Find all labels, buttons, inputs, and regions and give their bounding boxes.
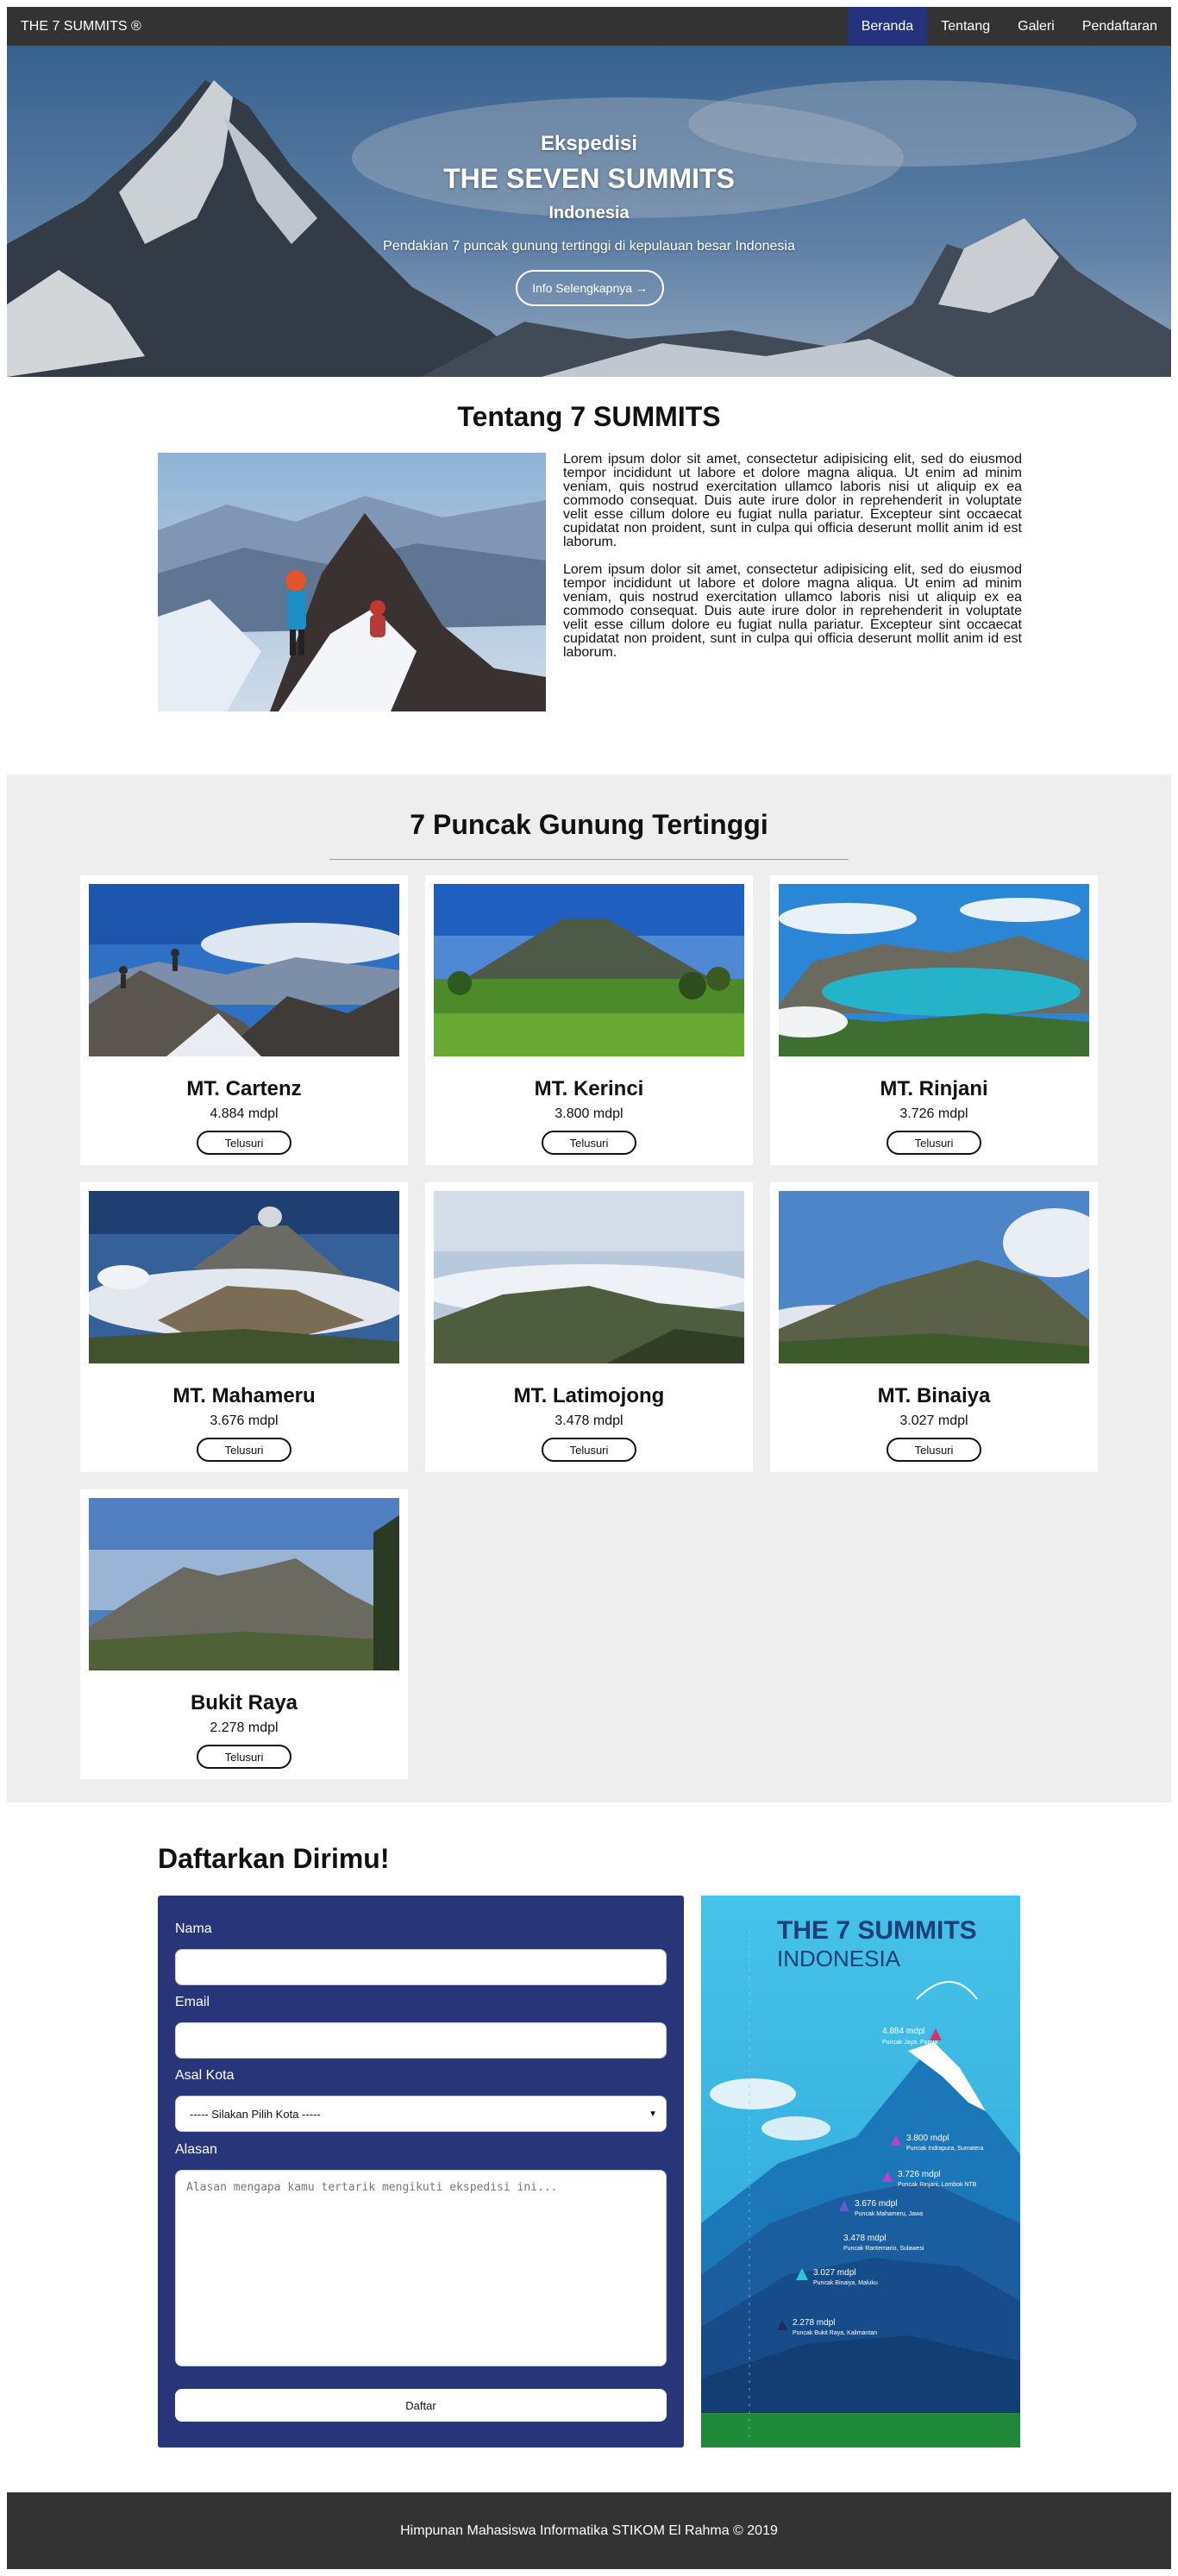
about-title: Tentang 7 SUMMITS <box>457 401 721 432</box>
poster-peak-height: 3.478 mdpl <box>843 2234 886 2243</box>
explore-button[interactable]: Telusuri <box>197 1438 291 1462</box>
brand-logo[interactable]: THE 7 SUMMITS ® <box>7 19 141 34</box>
hero-kicker: Ekspedisi <box>540 132 638 155</box>
nav-link-galeri[interactable]: Galeri <box>1004 7 1068 46</box>
about-text: Lorem ipsum dolor sit amet, consectetur … <box>563 453 1022 674</box>
poster-peak-height: 2.278 mdpl <box>793 2318 835 2328</box>
hero-banner: Ekspedisi THE SEVEN SUMMITS Indonesia Pe… <box>7 46 1171 377</box>
summit-height: 3.800 mdpl <box>555 1106 623 1121</box>
explore-button[interactable]: Telusuri <box>542 1131 636 1155</box>
register-title: Daftarkan Dirimu! <box>158 1843 390 1874</box>
about-paragraph-1: Lorem ipsum dolor sit amet, consectetur … <box>563 452 1022 549</box>
navbar: THE 7 SUMMITS ® Beranda Tentang Galeri P… <box>7 7 1171 46</box>
hero-title: THE SEVEN SUMMITS <box>443 163 735 194</box>
summit-image-binaiya <box>779 1191 1089 1363</box>
summit-card-binaiya: MT. Binaiya 3.027 mdpl Telusuri <box>770 1182 1098 1472</box>
summit-height: 3.676 mdpl <box>210 1413 279 1428</box>
footer: Himpunan Mahasiswa Informatika STIKOM El… <box>7 2492 1171 2569</box>
summit-image-mahameru <box>89 1191 399 1363</box>
nav-link-beranda[interactable]: Beranda <box>847 7 928 46</box>
poster-peak-height: 4.884 mdpl <box>882 2027 924 2036</box>
explore-button[interactable]: Telusuri <box>887 1131 981 1155</box>
explore-button[interactable]: Telusuri <box>197 1745 291 1769</box>
poster-peak-height: 3.027 mdpl <box>813 2268 855 2278</box>
poster-subtitle: INDONESIA <box>777 1946 901 1971</box>
summit-image-latimojong <box>434 1191 744 1363</box>
register-form: Nama Email Asal Kota ----- Silakan Pilih… <box>158 1896 684 2448</box>
summit-image-kerinci <box>434 884 744 1056</box>
summits-divider <box>329 859 849 860</box>
explore-button[interactable]: Telusuri <box>887 1438 981 1462</box>
poster-title: THE 7 SUMMITS <box>777 1916 977 1945</box>
summit-height: 4.884 mdpl <box>210 1106 279 1121</box>
summit-name: MT. Binaiya <box>877 1384 991 1407</box>
summit-name: MT. Mahameru <box>172 1384 316 1407</box>
footer-text: Himpunan Mahasiswa Informatika STIKOM El… <box>400 2523 778 2538</box>
summit-height: 3.027 mdpl <box>899 1413 968 1428</box>
poster-peak-name: Puncak Bukit Raya, Kalimantan <box>793 2330 877 2336</box>
summit-card-bukit-raya: Bukit Raya 2.278 mdpl Telusuri <box>80 1489 408 1779</box>
poster-peak-name: Puncak Rinjani, Lombok NTB <box>898 2182 977 2188</box>
explore-button[interactable]: Telusuri <box>542 1438 636 1462</box>
summit-card-kerinci: MT. Kerinci 3.800 mdpl Telusuri <box>425 875 753 1165</box>
summit-name: Bukit Raya <box>190 1691 298 1714</box>
nav-link-tentang[interactable]: Tentang <box>927 7 1004 46</box>
city-label: Asal Kota <box>175 2068 235 2083</box>
poster-peak-name: Puncak Rantemario, Sulawesi <box>843 2246 924 2252</box>
name-input[interactable] <box>175 1949 667 1985</box>
info-button[interactable]: Info Selengkapnya → <box>516 270 664 306</box>
summit-height: 2.278 mdpl <box>210 1720 279 1735</box>
summit-name: MT. Latimojong <box>513 1384 665 1407</box>
dropdown-arrow-icon: ▼ <box>649 2109 657 2119</box>
email-input[interactable] <box>175 2022 667 2059</box>
summit-image-rinjani <box>779 884 1089 1056</box>
poster-peak-height: 3.726 mdpl <box>898 2170 940 2179</box>
summit-image-bukit-raya <box>89 1498 399 1670</box>
summit-card-mahameru: MT. Mahameru 3.676 mdpl Telusuri <box>80 1182 408 1472</box>
nav-link-pendaftaran[interactable]: Pendaftaran <box>1068 7 1171 46</box>
city-select[interactable]: ----- Silakan Pilih Kota ----- ▼ <box>175 2096 667 2132</box>
name-label: Nama <box>175 1921 212 1936</box>
reason-label: Alasan <box>175 2142 217 2157</box>
summit-name: MT. Kerinci <box>534 1077 644 1100</box>
submit-button[interactable]: Daftar <box>175 2389 667 2422</box>
poster-peak-name: Puncak Binaiya, Maluku <box>813 2280 878 2286</box>
hero-description: Pendakian 7 puncak gunung tertinggi di k… <box>383 239 795 254</box>
about-paragraph-2: Lorem ipsum dolor sit amet, consectetur … <box>563 562 1022 660</box>
poster-peak-name: Puncak Jaya, Papua <box>882 2040 937 2046</box>
summit-card-rinjani: MT. Rinjani 3.726 mdpl Telusuri <box>770 875 1098 1165</box>
nav-menu: Beranda Tentang Galeri Pendaftaran <box>847 7 1171 46</box>
summit-name: MT. Rinjani <box>880 1077 988 1100</box>
poster-peak-height: 3.676 mdpl <box>855 2199 897 2209</box>
summits-title: 7 Puncak Gunung Tertinggi <box>410 809 768 840</box>
summit-name: MT. Cartenz <box>186 1077 302 1100</box>
poster-peak-name: Puncak Indrapura, Sumatera <box>906 2146 984 2152</box>
hero-subtitle: Indonesia <box>548 204 630 223</box>
email-label: Email <box>175 1995 210 2009</box>
summits-poster-image: THE 7 SUMMITS INDONESIA 4.884 mdpl Punca… <box>701 1896 1020 2448</box>
city-select-value: ----- Silakan Pilih Kota ----- <box>190 2107 321 2121</box>
reason-textarea[interactable]: Alasan mengapa kamu tertarik mengikuti e… <box>175 2170 667 2366</box>
summit-height: 3.726 mdpl <box>899 1106 968 1121</box>
summit-image-cartenz <box>89 884 399 1056</box>
summit-card-cartenz: MT. Cartenz 4.884 mdpl Telusuri <box>80 875 408 1165</box>
explore-button[interactable]: Telusuri <box>197 1131 291 1155</box>
poster-peak-height: 3.800 mdpl <box>906 2134 949 2143</box>
poster-peak-name: Puncak Mahameru, Jawa <box>855 2211 923 2217</box>
summit-height: 3.478 mdpl <box>555 1413 623 1428</box>
summits-section: 7 Puncak Gunung Tertinggi MT. Cartenz 4.… <box>7 774 1171 1802</box>
about-climber-image <box>158 453 546 711</box>
summit-card-latimojong: MT. Latimojong 3.478 mdpl Telusuri <box>425 1182 753 1472</box>
